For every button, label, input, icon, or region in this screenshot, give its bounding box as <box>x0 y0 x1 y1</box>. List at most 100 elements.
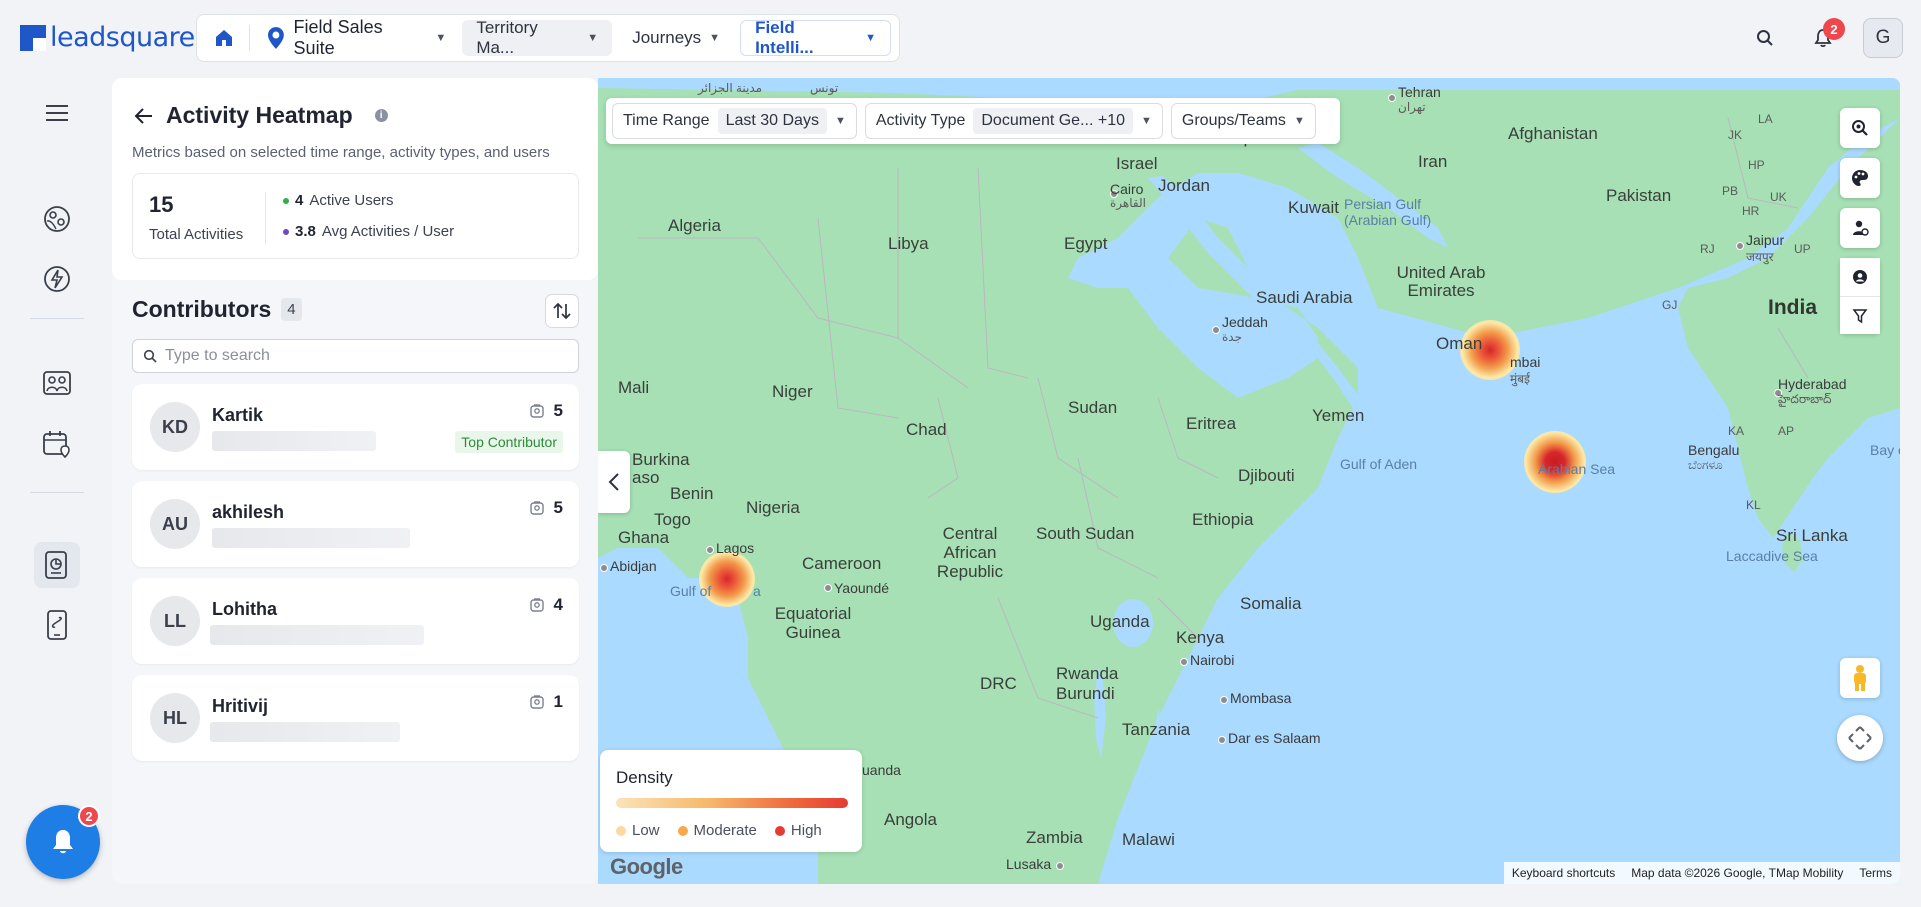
activity-type-filter[interactable]: Activity Type Document Ge... +10 ▼ <box>864 103 1163 139</box>
user-location-button[interactable] <box>1840 208 1880 248</box>
keyboard-shortcuts-link[interactable]: Keyboard shortcuts <box>1512 866 1615 880</box>
state-code-kl: KL <box>1746 498 1761 512</box>
active-users-label: Active Users <box>309 192 394 209</box>
notification-count-badge: 2 <box>1823 18 1845 40</box>
map-label-tunis: تونس <box>810 81 839 95</box>
map-label-tehran-local: تهران <box>1398 100 1426 114</box>
state-code-up: UP <box>1794 242 1811 256</box>
time-range-filter[interactable]: Time Range Last 30 Days ▼ <box>612 103 857 139</box>
map-label-gulf-of-aden: Gulf of Aden <box>1340 456 1418 472</box>
contributor-card-hritivij[interactable]: HL Hritivij 1 <box>132 675 579 761</box>
report-analytics-icon <box>45 551 67 579</box>
zoom-search-icon <box>1852 120 1868 136</box>
tab-field-intelligence[interactable]: Field Intelli... ▼ <box>740 18 891 57</box>
map-label-abidjan: Abidjan <box>610 558 657 574</box>
state-code-hp: HP <box>1748 158 1765 172</box>
state-code-gj: GJ <box>1662 298 1678 312</box>
info-icon[interactable]: i <box>374 109 388 122</box>
sort-button[interactable] <box>545 294 579 328</box>
person-circle-icon <box>1853 270 1867 284</box>
zoom-search-button[interactable] <box>1840 108 1880 148</box>
tab-journeys[interactable]: Journeys ▼ <box>618 20 734 56</box>
contributor-name: akhilesh <box>212 502 285 522</box>
map-label-uae: United Arab Emirates <box>1396 263 1486 300</box>
search-button[interactable] <box>1747 20 1783 56</box>
notifications-button[interactable]: 2 <box>1805 18 1845 56</box>
city-dot <box>1180 658 1188 666</box>
person-view-button[interactable] <box>1840 258 1880 296</box>
map-label-mali: Mali <box>618 378 650 397</box>
contributor-card-lohitha[interactable]: LL Lohitha 4 <box>132 578 579 664</box>
user-avatar[interactable]: G <box>1863 18 1903 58</box>
back-arrow-icon[interactable] <box>134 107 154 125</box>
search-input[interactable] <box>165 347 565 365</box>
search-icon <box>1757 30 1773 46</box>
city-dot <box>1212 326 1220 334</box>
contributor-card-akhilesh[interactable]: AU akhilesh 5 <box>132 481 579 567</box>
street-view-pegman[interactable] <box>1840 658 1880 698</box>
activity-count: 4 <box>529 595 563 615</box>
map-label-burkina: Burkina <box>632 450 690 469</box>
map-label-jaipur: Jaipur <box>1746 232 1785 248</box>
city-dot <box>1220 696 1228 704</box>
high-dot-icon <box>774 825 785 836</box>
rail-route-button[interactable] <box>34 256 80 302</box>
stats-divider <box>265 192 266 244</box>
notification-fab[interactable]: 2 <box>26 805 100 879</box>
bell-icon <box>53 830 73 854</box>
map-label-mumbai-local: मुंबई <box>1510 372 1530 386</box>
title-row: Activity Heatmap i <box>134 102 388 129</box>
groups-teams-filter[interactable]: Groups/Teams ▼ <box>1170 103 1316 139</box>
map-filter-button[interactable] <box>1840 296 1880 334</box>
state-code-jk: JK <box>1728 128 1743 142</box>
rail-territory-button[interactable] <box>34 196 80 242</box>
terms-link[interactable]: Terms <box>1859 866 1892 880</box>
map-label-algeria: Algeria <box>668 216 721 235</box>
time-range-value: Last 30 Days <box>717 108 827 134</box>
map-pan-control[interactable] <box>1837 715 1883 761</box>
heatmap-map[interactable]: مدينة الجزائر تونس Tehran تهران Iraq Afg… <box>598 78 1900 884</box>
google-logo: Google <box>610 854 683 879</box>
page-subtitle: Metrics based on selected time range, ac… <box>132 144 550 161</box>
city-dot <box>1736 242 1744 250</box>
palette-button[interactable] <box>1840 158 1880 198</box>
map-label-gulf-of-guinea-tail: a <box>753 583 761 599</box>
map-label-drc: DRC <box>980 674 1017 693</box>
map-label-persian-gulf: Persian Gulf <box>1344 196 1422 212</box>
legend-low-label: Low <box>632 822 660 839</box>
map-label-india: India <box>1768 296 1818 319</box>
state-code-pb: PB <box>1722 184 1739 198</box>
map-label-arabian-sea: Arabian Sea <box>1538 461 1616 477</box>
time-range-label: Time Range <box>623 112 710 129</box>
legend-low: Low <box>616 822 660 839</box>
activity-count-value: 5 <box>553 401 563 420</box>
map-pin-icon <box>267 27 284 49</box>
top-bar: leadsquared Field Sales Suite ▼ Territor… <box>0 0 1921 76</box>
filter-bar: Time Range Last 30 Days ▼ Activity Type … <box>606 98 1340 144</box>
green-dot-icon <box>283 197 289 204</box>
activity-count-value: 4 <box>553 595 563 614</box>
rail-mobile-link-button[interactable] <box>34 602 80 648</box>
suite-selector[interactable]: Field Sales Suite ▼ <box>256 17 457 58</box>
collapse-panel-button[interactable] <box>598 451 630 513</box>
map-data-credit: Map data ©2026 Google, TMap Mobility <box>1631 866 1844 880</box>
tab-territory-management[interactable]: Territory Ma... ▼ <box>462 18 613 57</box>
map-label-cameroon: Cameroon <box>802 554 882 573</box>
state-code-ka: KA <box>1728 424 1745 438</box>
palette-icon <box>1852 170 1868 186</box>
menu-button[interactable] <box>34 90 80 136</box>
leadsquared-logo[interactable]: leadsquared <box>20 22 212 53</box>
redacted-detail-bar <box>210 722 400 742</box>
stats-summary: 15 Total Activities 4 Active Users 3.8 A… <box>132 173 579 259</box>
heatmap-panel: Activity Heatmap i Metrics based on sele… <box>112 78 598 884</box>
rail-field-intelligence-button[interactable] <box>34 542 80 588</box>
purple-dot-icon <box>283 228 289 235</box>
activity-badge-icon <box>529 404 544 418</box>
map-label-bay-of-bengal: Bay of <box>1870 442 1900 458</box>
avatar: LL <box>150 596 200 646</box>
rail-calendar-button[interactable] <box>34 421 80 467</box>
home-button[interactable] <box>205 20 243 56</box>
contributor-card-kartik[interactable]: KD Kartik 5 Top Contributor <box>132 384 579 470</box>
rail-team-map-button[interactable] <box>34 360 80 406</box>
avatar: KD <box>150 402 200 452</box>
